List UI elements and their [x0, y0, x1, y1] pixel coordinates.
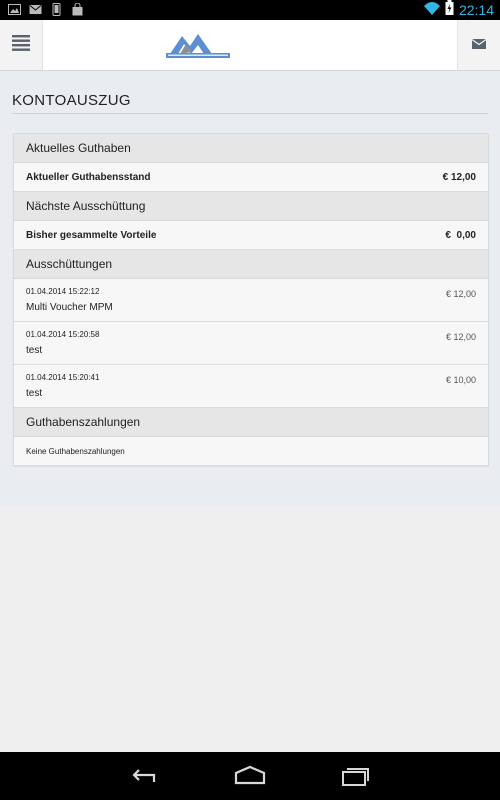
- recent-apps-icon[interactable]: [336, 764, 376, 788]
- system-nav-bar: [0, 752, 500, 800]
- payout-date: 01.04.2014 15:20:58: [26, 330, 100, 339]
- messages-button[interactable]: [457, 20, 500, 70]
- payout-amount: € 12,00: [445, 332, 476, 342]
- envelope-icon: [471, 36, 487, 54]
- shopping-bag-icon: [71, 2, 84, 16]
- app-logo: [166, 32, 230, 63]
- home-icon[interactable]: [230, 764, 270, 788]
- payout-item[interactable]: 01.04.2014 15:20:58 test € 12,00: [14, 322, 488, 365]
- payout-date: 01.04.2014 15:20:41: [26, 373, 100, 382]
- payout-date: 01.04.2014 15:22:12: [26, 287, 100, 296]
- page-title: KONTOAUSZUG: [12, 92, 131, 109]
- app-bar: [0, 20, 500, 71]
- credit-payments-empty-text: Keine Guthabenszahlungen: [26, 446, 125, 456]
- section-header-next-payout: Nächste Ausschüttung: [14, 192, 488, 221]
- payout-amount: € 12,00: [445, 289, 476, 299]
- current-balance-label: Aktueller Guthabensstand: [26, 171, 151, 183]
- back-icon[interactable]: [124, 764, 164, 788]
- payout-amount: € 10,00: [445, 375, 476, 385]
- current-balance-row: Aktueller Guthabensstand € 12,00: [14, 163, 488, 192]
- battery-charging-icon: [445, 0, 454, 20]
- current-balance-value: € 12,00: [442, 171, 476, 183]
- payout-name: test: [26, 345, 43, 356]
- title-divider: [12, 113, 488, 114]
- payout-name: test: [26, 388, 43, 399]
- account-statement-card: Aktuelles Guthaben Aktueller Guthabensst…: [13, 133, 489, 466]
- main-content: KONTOAUSZUG Aktuelles Guthaben Aktueller…: [0, 71, 500, 505]
- section-header-payouts: Ausschüttungen: [14, 250, 488, 279]
- phone-icon: [50, 3, 63, 16]
- wifi-icon: [423, 1, 440, 20]
- payout-item[interactable]: 01.04.2014 15:22:12 Multi Voucher MPM € …: [14, 279, 488, 322]
- hamburger-menu-icon: [12, 34, 30, 56]
- credit-payments-empty-row: Keine Guthabenszahlungen: [14, 437, 488, 465]
- menu-button[interactable]: [0, 20, 43, 70]
- status-bar: 22:14: [0, 0, 500, 20]
- section-header-current-balance: Aktuelles Guthaben: [14, 134, 488, 163]
- collected-benefits-label: Bisher gesammelte Vorteile: [26, 229, 157, 241]
- picture-icon: [8, 3, 21, 16]
- collected-benefits-value: € 0,00: [445, 229, 476, 241]
- gmail-icon: [29, 3, 42, 16]
- status-time: 22:14: [458, 2, 494, 18]
- payout-name: Multi Voucher MPM: [26, 302, 113, 313]
- section-header-credit-payments: Guthabenszahlungen: [14, 408, 488, 437]
- collected-benefits-row: Bisher gesammelte Vorteile € 0,00: [14, 221, 488, 250]
- payout-item[interactable]: 01.04.2014 15:20:41 test € 10,00: [14, 365, 488, 408]
